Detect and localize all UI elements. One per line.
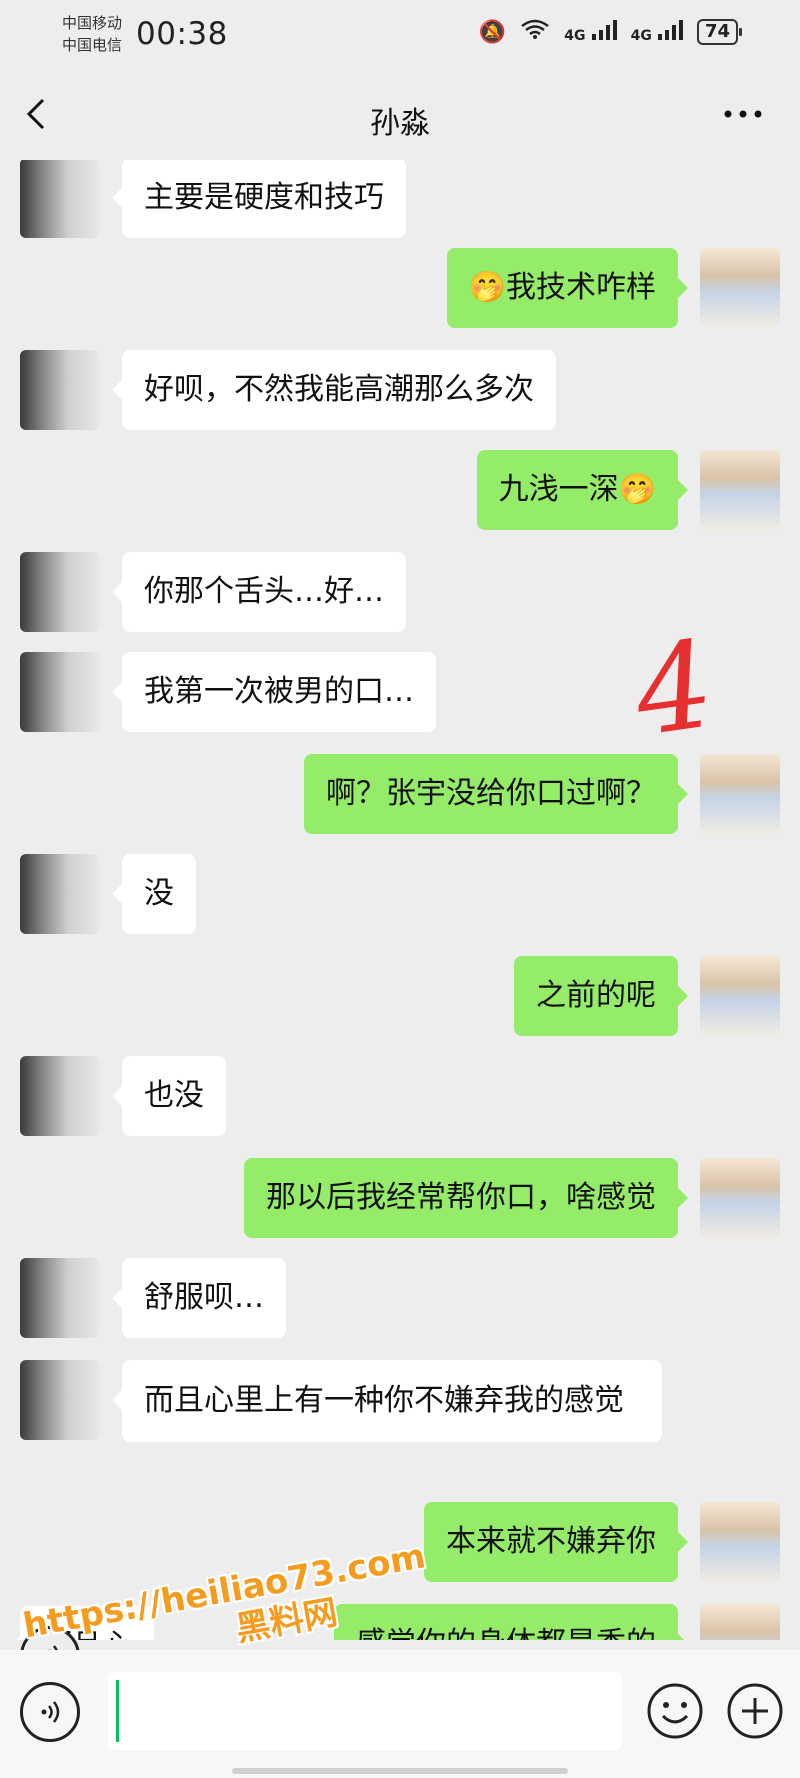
- contact-avatar[interactable]: [20, 652, 100, 732]
- contact-avatar[interactable]: [20, 350, 100, 430]
- hand-over-mouth-emoji-icon: 🤭: [468, 270, 506, 305]
- message-bubble[interactable]: 舒服呗…: [112, 1258, 286, 1338]
- message-bubble[interactable]: 九浅一深🤭: [476, 450, 689, 530]
- status-icons: 🔕 4G 4G 74: [478, 18, 743, 46]
- self-avatar[interactable]: [700, 956, 780, 1036]
- mute-bell-icon: 🔕: [478, 19, 507, 45]
- message-bubble[interactable]: 啊？张宇没给你口过啊？: [304, 754, 688, 834]
- handwritten-annotation: 4: [626, 615, 722, 764]
- smiley-icon: [647, 1683, 703, 1739]
- text-cursor: [116, 1680, 119, 1742]
- contact-avatar[interactable]: [20, 160, 100, 238]
- carrier-1: 中国移动: [62, 14, 123, 32]
- chat-title: 孙淼: [370, 106, 430, 141]
- home-indicator[interactable]: [232, 1768, 568, 1774]
- message-bubble[interactable]: 我第一次被男的口…: [112, 652, 436, 732]
- more-dots-icon: [724, 110, 762, 118]
- message-input[interactable]: [108, 1672, 622, 1750]
- message-bubble[interactable]: 🤭我技术咋样: [446, 248, 689, 328]
- signal-bars-icon: [657, 20, 683, 40]
- carrier-2: 中国电信: [62, 36, 123, 54]
- status-time: 00:38: [136, 16, 228, 52]
- more-button[interactable]: [716, 92, 770, 136]
- message-bubble[interactable]: 那以后我经常帮你口，啥感觉: [244, 1158, 688, 1238]
- carrier-labels: 中国移动 中国电信: [62, 12, 122, 56]
- input-bar: [0, 1650, 800, 1778]
- message-bubble[interactable]: 本来就不嫌弃你: [424, 1502, 688, 1582]
- contact-avatar[interactable]: [20, 1056, 100, 1136]
- message-bubble[interactable]: 没: [112, 854, 196, 934]
- emoji-button[interactable]: [646, 1682, 704, 1740]
- voice-button[interactable]: [20, 1682, 80, 1742]
- contact-avatar[interactable]: [20, 552, 100, 632]
- contact-avatar[interactable]: [20, 1360, 100, 1440]
- message-bubble[interactable]: 你那个舌头…好…: [112, 552, 406, 632]
- signal-bars-icon: [591, 20, 617, 40]
- message-text: 九浅一深: [498, 472, 619, 507]
- self-avatar[interactable]: [700, 1604, 780, 1640]
- message-bubble[interactable]: 好呗，不然我能高潮那么多次: [112, 350, 556, 430]
- hand-over-mouth-emoji-icon: 🤭: [618, 472, 656, 507]
- message-bubble[interactable]: 主要是硬度和技巧: [112, 160, 406, 238]
- self-avatar[interactable]: [700, 450, 780, 530]
- battery-indicator: 74: [696, 19, 743, 45]
- message-bubble[interactable]: 之前的呢: [514, 956, 688, 1036]
- voice-icon: [41, 1701, 60, 1723]
- signal-2: 4G: [631, 20, 683, 44]
- contact-avatar[interactable]: [20, 854, 100, 934]
- self-avatar[interactable]: [700, 1158, 780, 1238]
- more-functions-button[interactable]: [726, 1682, 784, 1740]
- wifi-icon: [520, 18, 550, 46]
- self-avatar[interactable]: [700, 248, 780, 328]
- plus-circle-icon: [727, 1683, 783, 1739]
- message-bubble[interactable]: 也没: [112, 1056, 226, 1136]
- message-list[interactable]: 主要是硬度和技巧 🤭我技术咋样 好呗，不然我能高潮那么多次 九浅一深🤭 你那个舌…: [0, 160, 800, 1640]
- self-avatar[interactable]: [700, 1502, 780, 1582]
- status-bar: 中国移动 中国电信 00:38 🔕 4G 4G 74: [0, 0, 800, 70]
- signal-1: 4G: [564, 20, 617, 44]
- contact-avatar[interactable]: [20, 1258, 100, 1338]
- chat-header: 孙淼: [0, 70, 800, 160]
- message-text: 我技术咋样: [506, 270, 656, 305]
- message-bubble[interactable]: 而且心里上有一种你不嫌弃我的感觉: [112, 1360, 662, 1442]
- self-avatar[interactable]: [700, 754, 780, 834]
